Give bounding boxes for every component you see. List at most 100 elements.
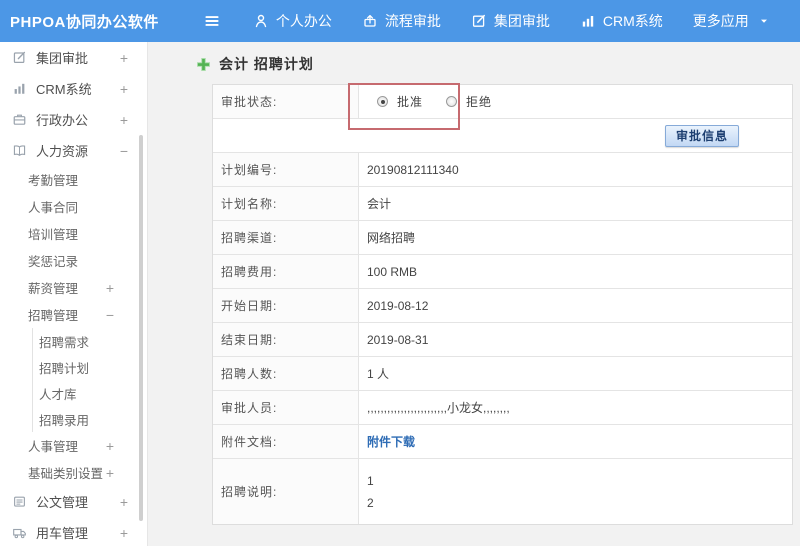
expand-icon[interactable]: + xyxy=(120,50,128,66)
field-value: 附件下载 xyxy=(359,425,792,458)
sidebar-item[interactable]: 人事合同 xyxy=(0,193,147,220)
person-icon xyxy=(253,13,269,29)
sidebar-item[interactable]: 公文管理 + xyxy=(0,486,147,517)
approval-radio-group: 批准 拒绝 xyxy=(367,93,506,110)
form-row: 计划编号: 20190812111340 xyxy=(213,153,792,187)
sidebar-item-label: 行政办公 xyxy=(36,113,89,128)
sidebar-item-label: 招聘录用 xyxy=(39,413,90,428)
sidebar-item-label: 基础类别设置 xyxy=(28,467,104,481)
topmenu-item[interactable]: 更多应用 xyxy=(693,11,770,31)
radio-selected[interactable] xyxy=(377,96,388,107)
field-value: 2019-08-31 xyxy=(367,332,429,347)
sidebar-item[interactable]: CRM系统 + xyxy=(0,73,147,104)
truck-icon xyxy=(12,525,27,540)
topmenu-item-label: 个人办公 xyxy=(275,13,332,29)
sidebar-item[interactable]: 集团审批 + xyxy=(0,42,147,73)
collapse-icon[interactable]: − xyxy=(106,307,114,323)
sidebar-item-label: 人事合同 xyxy=(28,201,79,215)
field-value: 2019-08-12 xyxy=(367,298,429,313)
edit-square-icon xyxy=(471,13,487,29)
book-icon xyxy=(12,143,27,158)
sidebar: 集团审批 + CRM系统 + 行政办公 + 人力资源 − 考勤管理 人事合同 培训管理 奖惩记录 薪资管… xyxy=(0,42,148,546)
field-label: 招聘渠道: xyxy=(213,221,359,254)
field-label: 计划名称: xyxy=(213,187,359,220)
form-row: 附件文档: 附件下载 xyxy=(213,425,792,459)
sidebar-item-label: 人事管理 xyxy=(28,440,79,454)
sidebar-item-label: 培训管理 xyxy=(28,228,79,242)
sidebar-item-label: 薪资管理 xyxy=(28,282,79,296)
expand-icon[interactable]: + xyxy=(120,81,128,97)
sidebar-item-label: 集团审批 xyxy=(36,51,89,66)
radio-label: 拒绝 xyxy=(466,95,493,109)
field-label: 结束日期: xyxy=(213,323,359,356)
expand-icon[interactable]: + xyxy=(120,112,128,128)
form-row: 招聘人数: 1 人 xyxy=(213,357,792,391)
sidebar-item[interactable]: 人力资源 − xyxy=(0,135,147,166)
sidebar-item[interactable]: 培训管理 xyxy=(0,220,147,247)
sidebar-item-label: 人才库 xyxy=(39,387,77,402)
page-title: 会计 招聘计划 xyxy=(219,56,314,72)
sidebar-item[interactable]: 用车管理 + xyxy=(0,517,147,546)
form-row: 招聘渠道: 网络招聘 xyxy=(213,221,792,255)
sidebar-item-label: 招聘管理 xyxy=(28,309,79,323)
main-panel: 会计 招聘计划 审批状态: 批准 拒绝 审批信息 计划编号: 20190812111… xyxy=(148,42,800,546)
approval-button-row: 审批信息 xyxy=(213,119,792,153)
bar-chart-icon xyxy=(580,13,596,29)
field-value: 网络招聘 xyxy=(367,231,416,245)
topmenu-item-label: 更多应用 xyxy=(692,13,749,29)
process-icon xyxy=(362,13,378,29)
description-line: 2 xyxy=(367,495,374,510)
field-value: 100 RMB xyxy=(367,264,418,279)
sidebar-item[interactable]: 基础类别设置 + xyxy=(0,459,147,486)
form-row: 招聘说明: 1 2 xyxy=(213,459,792,524)
approval-info-button[interactable]: 审批信息 xyxy=(664,124,739,147)
topbar-menu: 个人办公 流程审批 集团审批 CRM系统 更多应用 xyxy=(253,11,800,31)
sidebar-item[interactable]: 薪资管理 + xyxy=(0,274,147,301)
sidebar-item[interactable]: 招聘录用 xyxy=(0,406,147,432)
field-value: ,,,,,,,,,,,,,,,,,,,,,,,,小龙女,,,,,,,, xyxy=(367,401,510,415)
caret-down-icon xyxy=(758,15,770,27)
sidebar-item[interactable]: 考勤管理 xyxy=(0,166,147,193)
topbar: PHPOA协同办公软件 个人办公 流程审批 集团审批 CRM系统 更多应用 xyxy=(0,0,800,42)
expand-icon[interactable]: + xyxy=(120,525,128,541)
radio-unselected[interactable] xyxy=(446,96,458,107)
sidebar-item[interactable]: 行政办公 + xyxy=(0,104,147,135)
hamburger-icon[interactable] xyxy=(201,10,223,32)
form-row: 开始日期: 2019-08-12 xyxy=(213,289,792,323)
sidebar-item-label: 用车管理 xyxy=(36,526,89,541)
sidebar-item[interactable]: 招聘管理 − xyxy=(0,301,147,328)
sidebar-item-label: 招聘需求 xyxy=(39,335,90,350)
sidebar-item-label: 奖惩记录 xyxy=(28,255,79,269)
sidebar-item-label: 招聘计划 xyxy=(39,361,90,376)
field-label: 附件文档: xyxy=(213,425,359,458)
sidebar-item[interactable]: 人事管理 + xyxy=(0,432,147,459)
sidebar-item[interactable]: 人才库 xyxy=(0,380,147,406)
topmenu-item-label: CRM系统 xyxy=(602,13,663,29)
form-row: 招聘费用: 100 RMB xyxy=(213,255,792,289)
app-logo: PHPOA协同办公软件 xyxy=(10,13,159,31)
topmenu-item[interactable]: 集团审批 xyxy=(471,11,550,31)
expand-icon[interactable]: + xyxy=(106,438,114,454)
sidebar-item[interactable]: 奖惩记录 xyxy=(0,247,147,274)
radio-label: 批准 xyxy=(397,95,424,109)
expand-icon[interactable]: + xyxy=(106,280,114,296)
sidebar-item[interactable]: 招聘需求 xyxy=(0,328,147,354)
topmenu-item[interactable]: 个人办公 xyxy=(253,11,332,31)
bar-chart-icon xyxy=(12,81,27,96)
collapse-icon[interactable]: − xyxy=(120,143,128,159)
detail-form: 审批状态: 批准 拒绝 审批信息 计划编号: 20190812111340 计划名称:… xyxy=(212,84,793,525)
sidebar-item-label: 考勤管理 xyxy=(28,174,79,188)
field-label: 计划编号: xyxy=(213,153,359,186)
topmenu-item[interactable]: CRM系统 xyxy=(580,11,663,31)
sidebar-item-label: 公文管理 xyxy=(36,495,89,510)
sidebar-item[interactable]: 招聘计划 xyxy=(0,354,147,380)
sidebar-scrollbar[interactable] xyxy=(139,135,143,521)
topmenu-item[interactable]: 流程审批 xyxy=(362,11,441,31)
attachment-download-link[interactable]: 附件下载 xyxy=(367,433,415,450)
form-rows: 计划编号: 20190812111340 计划名称: 会计 招聘渠道: 网络招聘招聘费用:… xyxy=(213,153,792,524)
field-label: 审批状态: xyxy=(213,85,359,118)
expand-icon[interactable]: + xyxy=(120,494,128,510)
expand-icon[interactable]: + xyxy=(106,465,114,481)
form-row: 计划名称: 会计 xyxy=(213,187,792,221)
field-value: 会计 xyxy=(367,197,392,211)
